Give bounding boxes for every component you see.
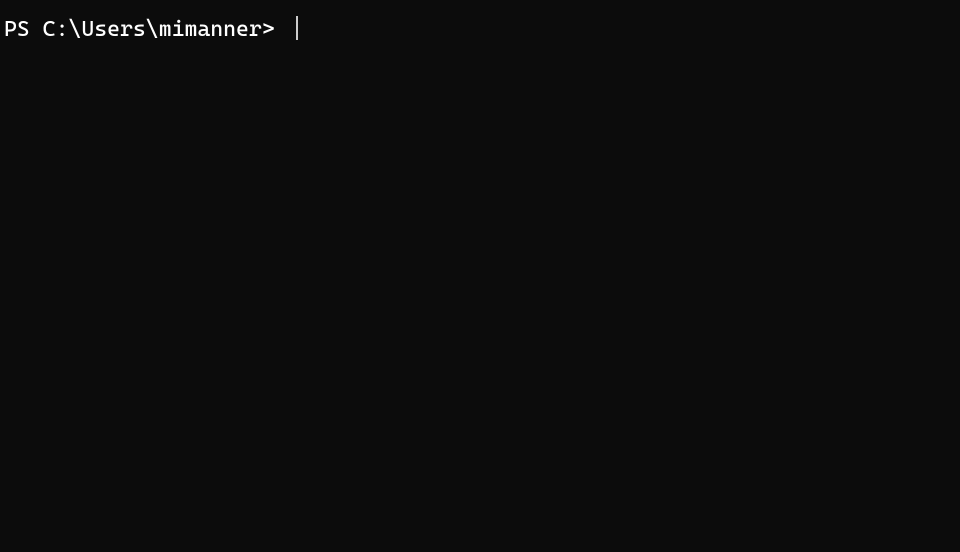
cursor-icon bbox=[296, 16, 298, 40]
prompt-line[interactable]: PS C:\Users\mimanner> bbox=[4, 12, 956, 45]
terminal-window[interactable]: PS C:\Users\mimanner> bbox=[0, 0, 960, 552]
prompt-text: PS C:\Users\mimanner> bbox=[4, 16, 288, 45]
